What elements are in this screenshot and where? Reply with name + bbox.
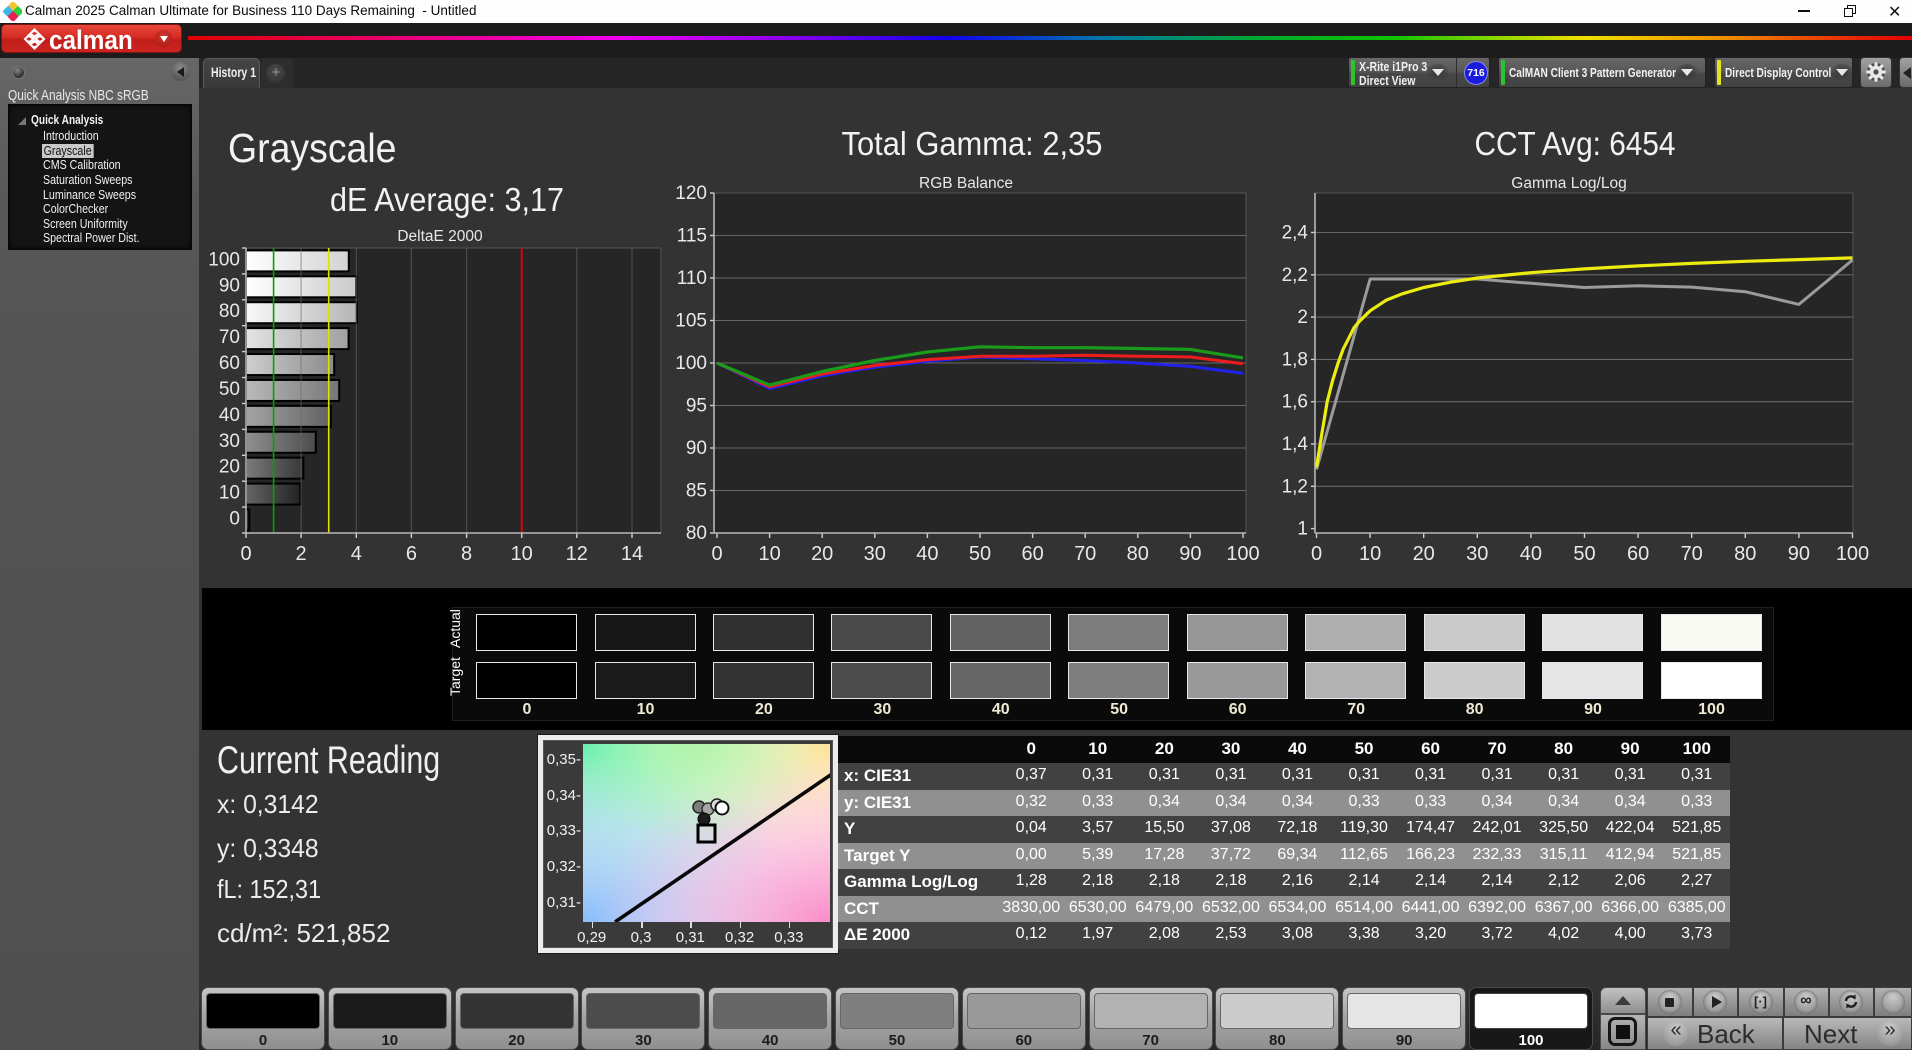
svg-text:80: 80 (219, 301, 240, 322)
svg-text:30: 30 (219, 431, 240, 452)
svg-text:12: 12 (566, 543, 588, 565)
svg-text:50: 50 (219, 379, 240, 400)
svg-text:60: 60 (219, 353, 240, 374)
svg-text:1,6: 1,6 (1282, 392, 1308, 413)
svg-text:1: 1 (1297, 519, 1308, 540)
svg-text:105: 105 (675, 311, 707, 332)
svg-text:0: 0 (240, 543, 251, 565)
svg-text:70: 70 (219, 327, 240, 348)
svg-text:90: 90 (1179, 543, 1201, 565)
svg-text:4: 4 (351, 543, 362, 565)
svg-text:20: 20 (1413, 543, 1435, 565)
svg-text:85: 85 (686, 481, 707, 502)
svg-text:10: 10 (1359, 543, 1381, 565)
svg-text:1,4: 1,4 (1282, 434, 1309, 455)
svg-text:10: 10 (219, 483, 240, 504)
svg-text:120: 120 (675, 183, 707, 204)
svg-text:0: 0 (711, 543, 722, 565)
svg-text:2: 2 (296, 543, 307, 565)
svg-text:70: 70 (1681, 543, 1703, 565)
svg-text:100: 100 (208, 249, 240, 270)
svg-text:30: 30 (864, 543, 886, 565)
svg-text:60: 60 (1627, 543, 1649, 565)
svg-text:80: 80 (1127, 543, 1149, 565)
svg-text:80: 80 (686, 523, 707, 544)
svg-text:20: 20 (219, 457, 240, 478)
svg-text:40: 40 (916, 543, 938, 565)
svg-text:8: 8 (461, 543, 472, 565)
svg-text:1,2: 1,2 (1282, 476, 1308, 497)
svg-text:10: 10 (511, 543, 533, 565)
svg-text:90: 90 (686, 438, 707, 459)
svg-text:40: 40 (219, 405, 240, 426)
svg-text:50: 50 (1573, 543, 1595, 565)
svg-text:1,8: 1,8 (1282, 349, 1308, 370)
svg-text:100: 100 (1226, 543, 1259, 565)
svg-text:20: 20 (811, 543, 833, 565)
svg-text:0: 0 (229, 509, 240, 530)
svg-text:80: 80 (1734, 543, 1756, 565)
svg-text:6: 6 (406, 543, 417, 565)
svg-text:100: 100 (675, 353, 707, 374)
svg-text:30: 30 (1466, 543, 1488, 565)
svg-text:60: 60 (1021, 543, 1043, 565)
svg-text:0: 0 (1311, 543, 1322, 565)
svg-text:110: 110 (677, 268, 707, 289)
svg-text:70: 70 (1074, 543, 1096, 565)
svg-text:2,2: 2,2 (1282, 265, 1308, 286)
svg-text:2: 2 (1297, 307, 1308, 328)
svg-text:50: 50 (969, 543, 991, 565)
svg-text:115: 115 (677, 226, 707, 247)
svg-text:95: 95 (686, 396, 707, 417)
svg-text:90: 90 (1788, 543, 1810, 565)
svg-text:100: 100 (1836, 543, 1869, 565)
svg-text:14: 14 (621, 543, 643, 565)
svg-text:10: 10 (758, 543, 780, 565)
svg-text:40: 40 (1520, 543, 1542, 565)
svg-text:90: 90 (219, 275, 240, 296)
svg-text:2,4: 2,4 (1282, 223, 1309, 244)
